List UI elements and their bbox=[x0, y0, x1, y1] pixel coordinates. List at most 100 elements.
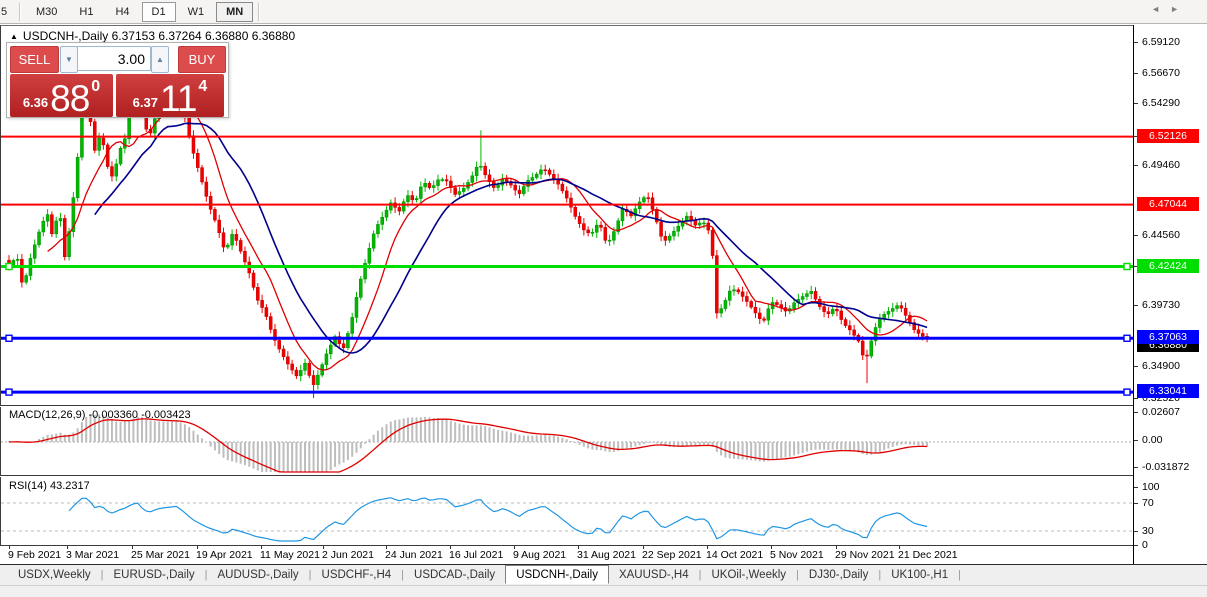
toolbar-separator bbox=[19, 3, 21, 21]
timeframe-button-w1[interactable]: W1 bbox=[178, 2, 215, 22]
macd-values: -0.003360 -0.003423 bbox=[88, 409, 190, 421]
volume-input[interactable] bbox=[77, 46, 151, 71]
price-tick-mark bbox=[1134, 103, 1138, 104]
price-tick-label: 6.49460 bbox=[1142, 159, 1180, 171]
status-bar bbox=[0, 585, 1207, 597]
level-badge-6.52126: 6.52126 bbox=[1137, 129, 1199, 143]
tab-audusd-daily[interactable]: AUDUSD-,Daily bbox=[208, 567, 309, 583]
date-axis: 9 Feb 20213 Mar 202125 Mar 202119 Apr 20… bbox=[0, 546, 1133, 564]
timeframe-button-h4[interactable]: H4 bbox=[105, 2, 139, 22]
tab-usdx-weekly[interactable]: USDX,Weekly bbox=[8, 567, 101, 583]
hline-handle[interactable] bbox=[6, 335, 12, 341]
hline-handle[interactable] bbox=[1124, 335, 1130, 341]
rsi-name: RSI(14) bbox=[9, 480, 47, 492]
rsi-label: RSI(14) 43.2317 bbox=[9, 480, 90, 492]
volume-decrease-icon[interactable]: ▼ bbox=[60, 46, 78, 73]
hline-6.33041[interactable] bbox=[1, 389, 1134, 395]
indicator-tick-label: 0.02607 bbox=[1142, 406, 1180, 418]
timeframe-button-d1[interactable]: D1 bbox=[142, 2, 176, 22]
rsi-line bbox=[69, 498, 927, 541]
chart-title: ▲ USDCNH-,Daily 6.37153 6.37264 6.36880 6… bbox=[10, 29, 295, 43]
date-tick-label: 29 Nov 2021 bbox=[835, 549, 895, 561]
date-tick-label: 3 Mar 2021 bbox=[66, 549, 119, 561]
indicator-tick-label: -0.031872 bbox=[1142, 461, 1189, 473]
chart-ohlc-values: 6.37153 6.37264 6.36880 6.36880 bbox=[112, 29, 296, 43]
trading-platform-window: 5 M30H1H4D1W1MN ▲ USDCNH-,Daily 6.37153 6.… bbox=[0, 0, 1207, 597]
date-tick-label: 24 Jun 2021 bbox=[385, 549, 443, 561]
date-tick-label: 5 Nov 2021 bbox=[770, 549, 824, 561]
date-tick-label: 9 Aug 2021 bbox=[513, 549, 566, 561]
date-tick-label: 16 Jul 2021 bbox=[449, 549, 503, 561]
price-tick-mark bbox=[1134, 73, 1138, 74]
sell-price-sup: 0 bbox=[91, 78, 100, 96]
macd-name: MACD(12,26,9) bbox=[9, 409, 85, 421]
ma-fast-line bbox=[48, 108, 928, 370]
buy-button[interactable]: BUY bbox=[178, 46, 226, 73]
timeframe-button-m30[interactable]: M30 bbox=[26, 2, 67, 22]
price-tick-mark bbox=[1134, 165, 1138, 166]
tab-usdchf-h4[interactable]: USDCHF-,H4 bbox=[312, 567, 402, 583]
hline-6.37063[interactable] bbox=[1, 335, 1134, 341]
timeframe-button-mn[interactable]: MN bbox=[216, 2, 253, 22]
indicator-tick-label: 30 bbox=[1142, 525, 1154, 537]
tab-scroll-left-icon[interactable]: ◄ bbox=[1151, 4, 1170, 14]
price-tick-label: 6.56670 bbox=[1142, 67, 1180, 79]
level-badge-6.42424: 6.42424 bbox=[1137, 259, 1199, 273]
rsi-value: 43.2317 bbox=[50, 480, 90, 492]
hline-6.42424[interactable] bbox=[1, 264, 1134, 270]
tab-dj30-daily[interactable]: DJ30-,Daily bbox=[799, 567, 878, 583]
timeframe-toolbar: 5 M30H1H4D1W1MN bbox=[0, 0, 1207, 24]
collapse-arrow-icon[interactable]: ▲ bbox=[10, 32, 18, 41]
sell-button[interactable]: SELL bbox=[10, 46, 59, 73]
rsi-indicator-pane bbox=[0, 477, 1134, 546]
indicator-tick-mark bbox=[1134, 531, 1138, 532]
price-tick-mark bbox=[1134, 235, 1138, 236]
hline-handle[interactable] bbox=[1124, 389, 1130, 395]
price-tick-mark bbox=[1134, 366, 1138, 367]
timeframe-button-5[interactable]: 5 bbox=[0, 2, 14, 22]
hline-handle[interactable] bbox=[1124, 264, 1130, 270]
timeframe-button-h1[interactable]: H1 bbox=[69, 2, 103, 22]
indicator-tick-label: 0 bbox=[1142, 539, 1148, 551]
tab-ukoil-weekly[interactable]: UKOil-,Weekly bbox=[701, 567, 796, 583]
tab-usdcad-daily[interactable]: USDCAD-,Daily bbox=[404, 567, 505, 583]
date-tick-label: 9 Feb 2021 bbox=[8, 549, 61, 561]
price-tick-label: 6.44560 bbox=[1142, 229, 1180, 241]
buy-price-prefix: 6.37 bbox=[133, 95, 158, 110]
sell-price-main: 88 bbox=[50, 84, 89, 114]
buy-price-sup: 4 bbox=[198, 78, 207, 96]
tab-uk100-h1[interactable]: UK100-,H1 bbox=[881, 567, 958, 583]
price-tick-mark bbox=[1134, 42, 1138, 43]
hline-handle[interactable] bbox=[6, 389, 12, 395]
chart-tab-bar: USDX,Weekly|EURUSD-,Daily|AUDUSD-,Daily|… bbox=[0, 564, 1207, 585]
price-tick-mark bbox=[1134, 398, 1138, 399]
tab-scroll-right-icon[interactable]: ► bbox=[1170, 4, 1189, 14]
macd-histogram bbox=[9, 415, 927, 472]
buy-price-display[interactable]: 6.37 11 4 bbox=[116, 74, 224, 117]
sell-price-display[interactable]: 6.36 88 0 bbox=[10, 74, 113, 117]
tab-xauusd-h4[interactable]: XAUUSD-,H4 bbox=[609, 567, 699, 583]
price-axis: 6.591206.566706.542906.518406.494606.445… bbox=[1133, 25, 1207, 565]
level-badge-6.47044: 6.47044 bbox=[1137, 197, 1199, 211]
one-click-trade-panel: SELL ▼ ▲ BUY 6.36 88 0 6.37 11 4 bbox=[6, 42, 229, 118]
price-tick-label: 6.54290 bbox=[1142, 97, 1180, 109]
hline-handle[interactable] bbox=[6, 264, 12, 270]
indicator-tick-label: 100 bbox=[1142, 481, 1160, 493]
indicator-tick-mark bbox=[1134, 467, 1138, 468]
indicator-tick-label: 70 bbox=[1142, 497, 1154, 509]
tab-eurusd-daily[interactable]: EURUSD-,Daily bbox=[104, 567, 205, 583]
toolbar-separator bbox=[258, 3, 260, 21]
volume-increase-icon[interactable]: ▲ bbox=[151, 46, 169, 73]
chart-symbol-label: USDCNH-,Daily bbox=[23, 29, 108, 43]
tab-usdcnh-daily[interactable]: USDCNH-,Daily bbox=[505, 565, 609, 584]
date-tick-label: 25 Mar 2021 bbox=[131, 549, 190, 561]
date-tick-label: 14 Oct 2021 bbox=[706, 549, 763, 561]
level-badge-6.33041: 6.33041 bbox=[1137, 384, 1199, 398]
indicator-tick-mark bbox=[1134, 440, 1138, 441]
date-tick-label: 31 Aug 2021 bbox=[577, 549, 636, 561]
sell-price-prefix: 6.36 bbox=[23, 95, 48, 110]
level-badge-6.37063: 6.37063 bbox=[1137, 330, 1199, 344]
price-tick-label: 6.59120 bbox=[1142, 36, 1180, 48]
indicator-tick-mark bbox=[1134, 412, 1138, 413]
indicator-tick-mark bbox=[1134, 503, 1138, 504]
